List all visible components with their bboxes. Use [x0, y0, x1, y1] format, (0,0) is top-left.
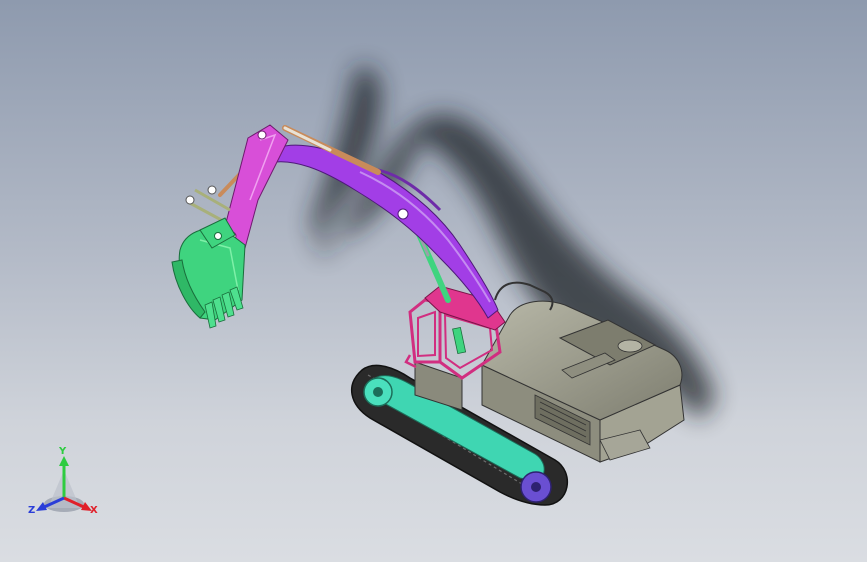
excavator-model[interactable] [0, 0, 867, 562]
triad-graphic [36, 456, 92, 512]
bucket-linkage [187, 188, 231, 224]
reference-triad: Y X Z [24, 446, 104, 532]
y-axis-arrow [59, 456, 69, 466]
y-axis-label: Y [59, 446, 67, 457]
x-axis-label: X [90, 505, 98, 516]
exhaust-cap [617, 339, 643, 353]
z-axis-label: Z [28, 505, 36, 516]
bucket [171, 217, 246, 329]
3d-viewport[interactable]: Y X Z [0, 0, 867, 562]
